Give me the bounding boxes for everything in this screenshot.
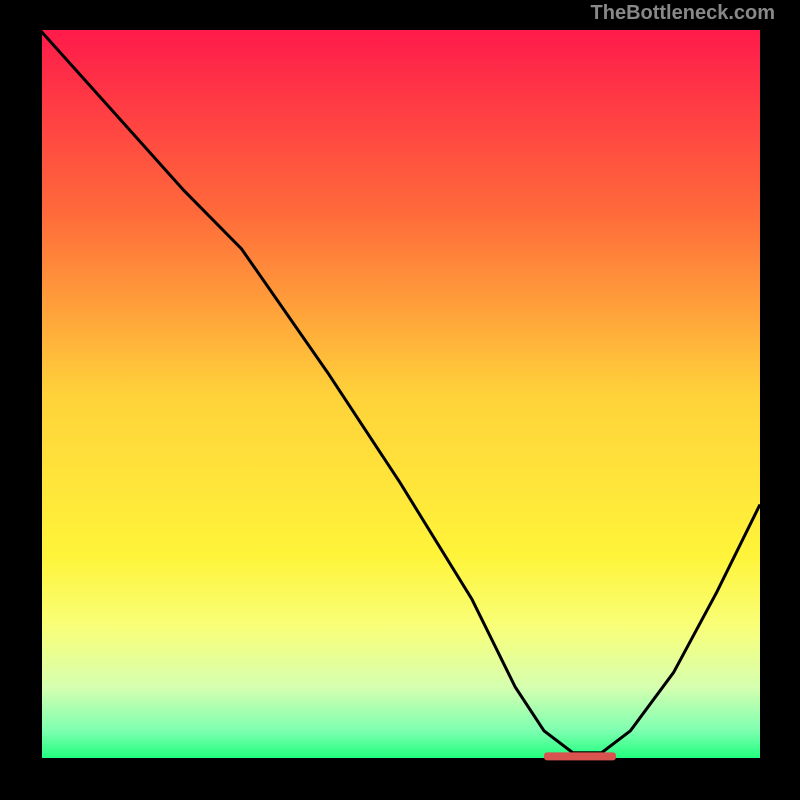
plot-background (40, 30, 760, 760)
watermark-text: TheBottleneck.com (591, 2, 775, 25)
bottleneck-chart (20, 20, 780, 780)
optimal-marker (544, 752, 616, 760)
